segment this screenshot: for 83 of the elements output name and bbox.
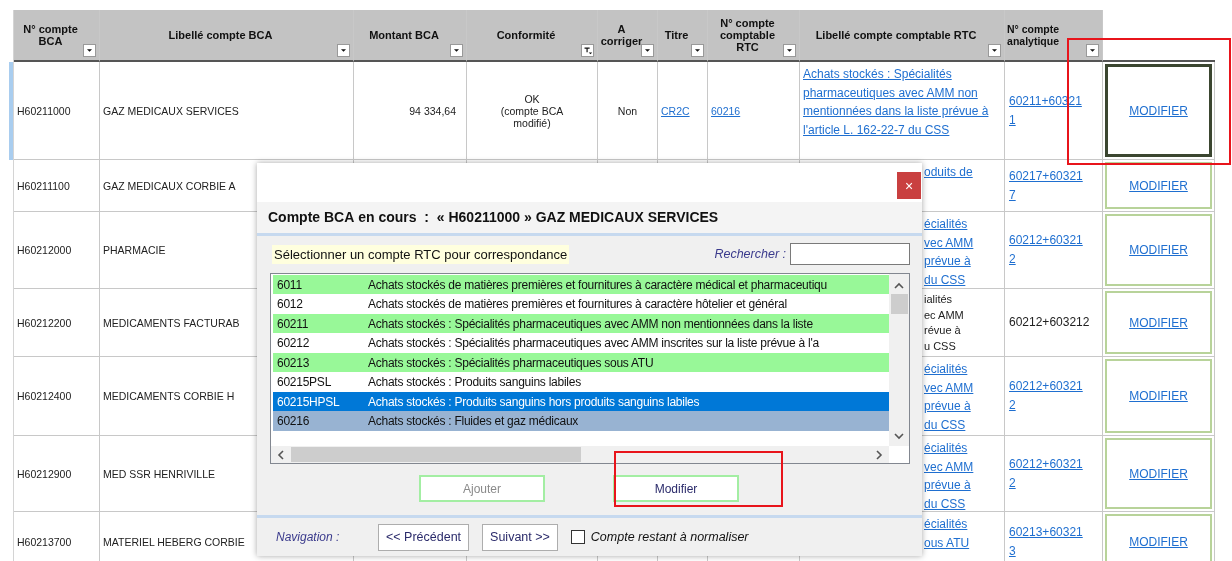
action-cell[interactable]: MODIFIER — [1105, 291, 1212, 354]
next-button[interactable]: Suivant >> — [482, 523, 558, 551]
column-header: N° compte BCA — [23, 23, 78, 47]
account-number: H60212900 — [17, 467, 72, 480]
checkbox-label: Compte restant à normaliser — [590, 530, 749, 545]
account-label: GAZ MEDICAUX CORBIE A — [103, 179, 236, 192]
action-cell[interactable]: MODIFIER — [1105, 359, 1212, 433]
dropdown-button[interactable] — [337, 44, 350, 57]
account-label: MED SSR HENRIVILLE — [103, 467, 216, 480]
checkbox[interactable] — [570, 530, 585, 545]
column-header: N° compte analytique — [1007, 23, 1060, 47]
previous-button[interactable]: << Précédent — [378, 523, 470, 551]
account-number: H60211000 — [17, 104, 71, 117]
filter-button[interactable] — [581, 44, 594, 57]
account-label-link[interactable]: écialités vec AMM prévue à du CSS — [924, 360, 974, 434]
analytic-account-link[interactable]: 60212+60321 2 — [1005, 454, 1083, 493]
close-button[interactable]: × — [897, 172, 921, 199]
dropdown-button[interactable] — [83, 44, 96, 57]
list-item[interactable]: 60216 Achats stockés : Fluides et gaz médicaux — [273, 411, 889, 431]
dialog-heading: Compte BCA en cours : « H60211000 » GAZ MEDICAUX SERVICES — [268, 209, 719, 226]
column-header: Libellé compte BCA — [168, 29, 273, 41]
scrollbar-thumb[interactable] — [291, 447, 581, 463]
account-number: H60211100 — [17, 179, 70, 192]
modify-link[interactable]: MODIFIER — [1123, 533, 1194, 550]
search-label: Rechercher : — [714, 247, 786, 262]
account-label-link[interactable]: écialités ous ATU — [924, 515, 970, 552]
action-cell[interactable]: MODIFIER — [1105, 514, 1212, 561]
dropdown-button[interactable] — [988, 44, 1001, 57]
amount: 94 334,64 — [409, 104, 456, 117]
list-item[interactable]: 60211 Achats stockés : Spécialités pharmaceutiques avec AMM non mentionnées dans la liste — [273, 313, 889, 334]
conformity-status: OK (compte BCA modifié) — [500, 92, 564, 129]
action-cell[interactable]: MODIFIER — [1105, 162, 1212, 209]
account-number: H60212000 — [17, 244, 72, 256]
account-label: GAZ MEDICAUX SERVICES — [103, 104, 239, 117]
analytic-account-link[interactable]: 60212+60321 2 — [1005, 377, 1083, 415]
modify-link[interactable]: MODIFIER — [1123, 314, 1194, 331]
column-header: Libellé compte comptable RTC — [815, 29, 977, 41]
account-number: H60212200 — [17, 316, 72, 329]
account-link[interactable]: 60216 — [711, 104, 741, 117]
modify-link[interactable]: MODIFIER — [1123, 102, 1194, 119]
account-label-link[interactable]: écialités vec AMM prévue à du CSS — [924, 215, 974, 288]
dropdown-button[interactable] — [691, 44, 704, 57]
column-header: A corriger — [600, 23, 643, 47]
scroll-left-icon[interactable] — [275, 448, 287, 461]
title-link[interactable]: CR2C — [661, 104, 690, 117]
analytic-account-link[interactable]: 60212+60321 2 — [1005, 231, 1083, 269]
action-cell[interactable]: MODIFIER — [1105, 438, 1212, 509]
column-header: N° compte comptable RTC — [720, 17, 775, 53]
modify-button[interactable]: Modifier — [613, 475, 739, 503]
correction-status: Non — [617, 104, 638, 117]
account-label-link[interactable]: oduits de — [924, 163, 973, 182]
account-number: H60212400 — [17, 390, 72, 402]
column-header: Montant BCA — [369, 29, 439, 41]
account-label: PHARMACIE — [103, 244, 166, 256]
analytic-account-link[interactable]: 60213+60321 3 — [1005, 522, 1083, 561]
instruction-text: Sélectionner un compte RTC pour correspondance — [272, 244, 570, 264]
dropdown-button[interactable] — [1086, 44, 1099, 57]
account-label: ialités ec AMM révue à u CSS — [924, 292, 964, 354]
modify-link[interactable]: MODIFIER — [1123, 242, 1194, 258]
scroll-right-icon[interactable] — [873, 448, 885, 461]
column-header: Conformité — [496, 29, 556, 41]
dropdown-button[interactable] — [783, 44, 796, 57]
action-cell[interactable]: MODIFIER — [1105, 64, 1212, 157]
account-label: MEDICAMENTS CORBIE H — [103, 390, 235, 402]
analytic-account: 60212+603212 — [1008, 314, 1090, 331]
search-field[interactable] — [790, 243, 910, 266]
navigation-label: Navigation : — [276, 530, 341, 545]
account-number: H60213700 — [17, 535, 72, 548]
column-header: Titre — [664, 29, 689, 41]
list-item[interactable]: 6011 Achats stockés de matières premières et fournitures à caractère médical et pharmaceutiqu — [273, 274, 889, 295]
account-label-link[interactable]: Achats stockés : Spécialités pharmaceutiques avec AMM non mentionnées dans la liste prévue à l'article L. 162-22-7 du CSS — [803, 65, 1001, 139]
account-label: MATERIEL HEBERG CORBIE — [103, 535, 245, 548]
list-item[interactable]: 60213 Achats stockés : Spécialités pharmaceutiques sous ATU — [273, 352, 889, 373]
dropdown-button[interactable] — [450, 44, 463, 57]
modify-link[interactable]: MODIFIER — [1123, 465, 1194, 482]
analytic-account-link[interactable]: 60217+60321 7 — [1005, 166, 1083, 205]
dropdown-button[interactable] — [641, 44, 654, 57]
account-label: MEDICAMENTS FACTURAB — [103, 316, 240, 329]
scrollbar-thumb[interactable] — [890, 293, 908, 314]
action-cell[interactable]: MODIFIER — [1105, 214, 1212, 286]
modify-link[interactable]: MODIFIER — [1123, 388, 1194, 404]
list-item[interactable]: 60215HPSL Achats stockés : Produits sanguins hors produits sanguins labiles — [273, 391, 889, 412]
modify-link[interactable]: MODIFIER — [1123, 177, 1194, 194]
